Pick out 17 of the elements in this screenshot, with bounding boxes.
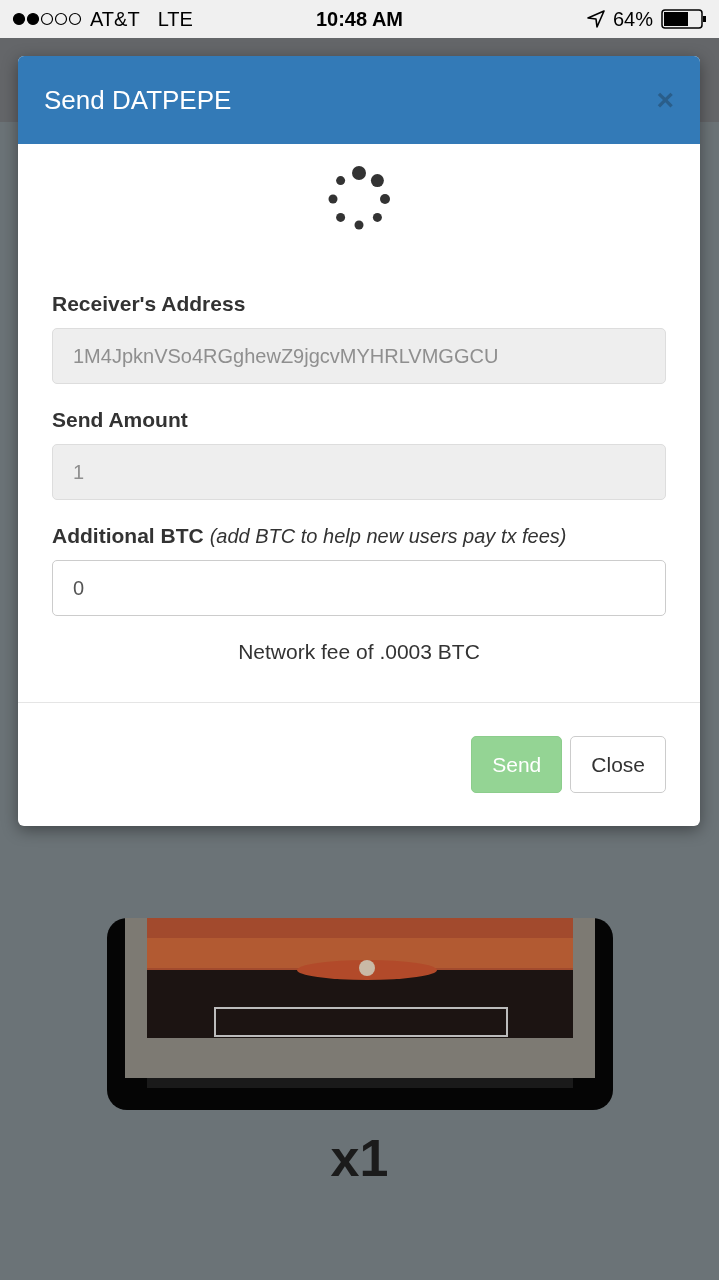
field-label: Send Amount [52, 408, 188, 431]
close-button[interactable]: × [656, 83, 674, 117]
input-field[interactable]: 0 [52, 560, 666, 616]
network-fee-text: Network fee of .0003 BTC [237, 640, 481, 664]
carrier-label: AT&T [90, 7, 140, 31]
card-count: x1 [330, 1128, 389, 1188]
battery-icon [661, 9, 707, 29]
field-label: Additional BTC [52, 524, 204, 547]
battery-percent: 64% [612, 7, 653, 31]
field-hint: (add BTC to help new users pay tx fees) [209, 525, 567, 547]
network-label: LTE [157, 7, 193, 31]
status-time: 10:48 AM [314, 7, 405, 31]
field-label: Receiver's Address [52, 292, 246, 315]
dialog-title: Send DATPEPE [44, 84, 232, 116]
close-button[interactable]: Close [570, 736, 666, 793]
signal-icon [12, 12, 82, 26]
location-icon [586, 10, 605, 28]
